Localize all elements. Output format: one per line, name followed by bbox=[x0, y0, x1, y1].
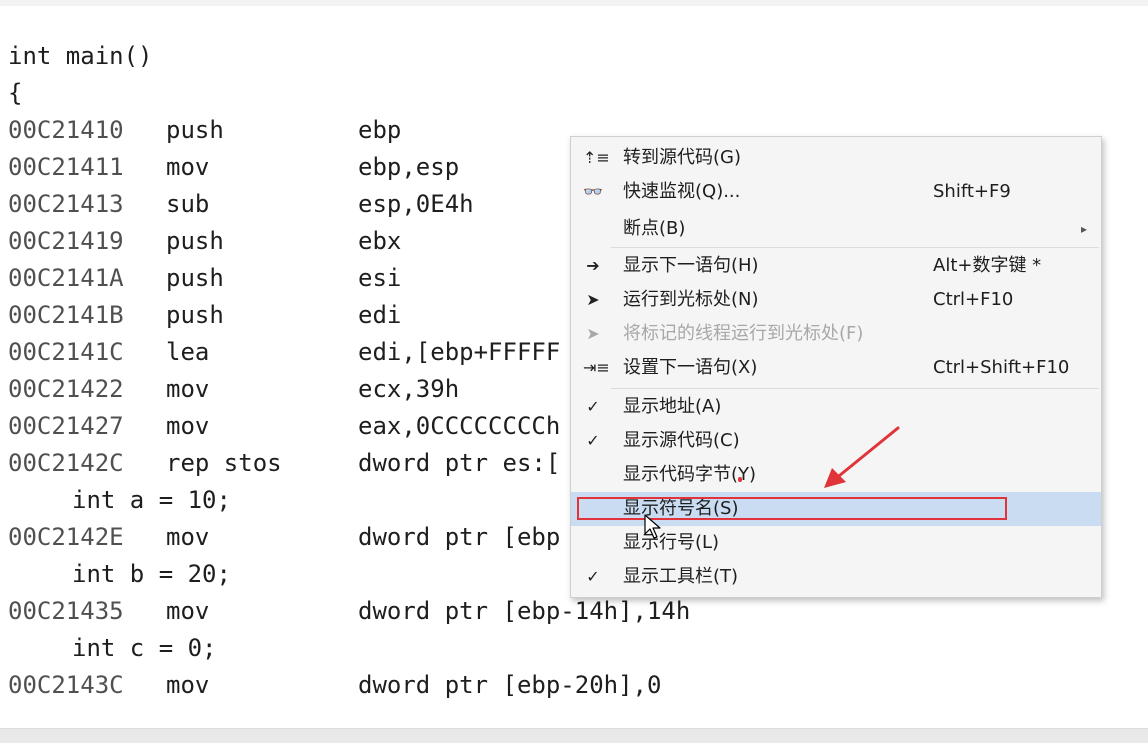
address: 00C2142C bbox=[8, 449, 124, 477]
operands: esp,0E4h bbox=[358, 190, 474, 218]
menu-item-label: 转到源代码(G) bbox=[623, 147, 741, 168]
operands: eax,0CCCCCCCCh bbox=[358, 412, 561, 440]
menu-item-run-to-cursor[interactable]: ➤ 运行到光标处(N) Ctrl+F10 bbox=[571, 283, 1101, 317]
menu-item-label: 显示下一语句(H) bbox=[623, 255, 759, 276]
annotation-dot bbox=[738, 477, 742, 482]
menu-item-label: 将标记的线程运行到光标处(F) bbox=[623, 323, 864, 344]
annotation-arrow-icon bbox=[824, 426, 900, 488]
goto-source-icon: ⇡≡ bbox=[583, 148, 610, 167]
menu-item-shortcut: Alt+数字键 * bbox=[933, 255, 1042, 276]
address: 00C2141A bbox=[8, 264, 124, 292]
cursor-icon: ➤ bbox=[586, 324, 600, 343]
address: 00C21419 bbox=[8, 227, 124, 255]
menu-item-breakpoint[interactable]: 断点(B) ▸ bbox=[571, 212, 1101, 246]
annotation-highlight-box bbox=[577, 497, 1007, 520]
mnemonic: push bbox=[166, 227, 224, 255]
check-icon: ✓ bbox=[586, 431, 600, 450]
operands: dword ptr [ebp-14h],14h bbox=[358, 597, 691, 625]
menu-item-label: 运行到光标处(N) bbox=[623, 289, 759, 310]
address: 00C2141B bbox=[8, 301, 124, 329]
operands: ebp,esp bbox=[358, 153, 460, 181]
set-next-statement-icon: ⇥≡ bbox=[583, 358, 610, 377]
mnemonic: push bbox=[166, 301, 224, 329]
menu-item-set-next-statement[interactable]: ⇥≡ 设置下一语句(X) Ctrl+Shift+F10 bbox=[571, 351, 1101, 385]
mnemonic: mov bbox=[166, 671, 210, 699]
address: 00C2143C bbox=[8, 671, 124, 699]
address: 00C2141C bbox=[8, 338, 124, 366]
source-line[interactable]: { bbox=[8, 75, 1128, 112]
menu-item-label: 显示源代码(C) bbox=[623, 430, 740, 451]
mnemonic: sub bbox=[166, 190, 210, 218]
address: 00C21435 bbox=[8, 597, 124, 625]
source-text: int a = 10; bbox=[72, 486, 231, 514]
menu-item-show-next-statement[interactable]: ➔ 显示下一语句(H) Alt+数字键 * bbox=[571, 249, 1101, 283]
top-edge bbox=[0, 0, 1148, 6]
mnemonic: mov bbox=[166, 153, 210, 181]
menu-item-label: 显示工具栏(T) bbox=[623, 566, 739, 587]
menu-item-label: 设置下一语句(X) bbox=[623, 357, 758, 378]
address: 00C21422 bbox=[8, 375, 124, 403]
operands: edi,[ebp+FFFFF bbox=[358, 338, 561, 366]
menu-item-quick-watch[interactable]: 👓 快速监视(Q)... Shift+F9 bbox=[571, 175, 1101, 209]
mnemonic: mov bbox=[166, 597, 210, 625]
menu-item-shortcut: Ctrl+Shift+F10 bbox=[933, 357, 1070, 378]
cursor-icon: ➤ bbox=[586, 290, 600, 309]
menu-item-show-toolbar[interactable]: ✓ 显示工具栏(T) bbox=[571, 560, 1101, 594]
mnemonic: rep stos bbox=[166, 449, 282, 477]
mnemonic: push bbox=[166, 264, 224, 292]
operands: ebx bbox=[358, 227, 402, 255]
menu-separator bbox=[611, 247, 1099, 248]
menu-item-show-address[interactable]: ✓ 显示地址(A) bbox=[571, 390, 1101, 424]
menu-item-shortcut: Shift+F9 bbox=[933, 181, 1011, 202]
source-text: int main() bbox=[8, 42, 153, 70]
menu-item-label: 显示地址(A) bbox=[623, 396, 722, 417]
operands: ebp bbox=[358, 116, 402, 144]
source-text: int c = 0; bbox=[72, 634, 217, 662]
operands: dword ptr [ebp bbox=[358, 523, 561, 551]
menu-item-label: 断点(B) bbox=[623, 218, 686, 239]
menu-item-shortcut: Ctrl+F10 bbox=[933, 289, 1014, 310]
mnemonic: lea bbox=[166, 338, 210, 366]
source-text: int b = 20; bbox=[72, 560, 231, 588]
operands: ecx,39h bbox=[358, 375, 460, 403]
operands: dword ptr [ebp-20h],0 bbox=[358, 671, 662, 699]
source-text: { bbox=[8, 79, 23, 107]
menu-item-label: 显示行号(L) bbox=[623, 532, 720, 553]
address: 00C2142E bbox=[8, 523, 124, 551]
mouse-pointer-icon bbox=[644, 514, 661, 539]
mnemonic: mov bbox=[166, 523, 210, 551]
menu-item-run-flagged-threads-to-cursor: ➤ 将标记的线程运行到光标处(F) bbox=[571, 317, 1101, 351]
address: 00C21411 bbox=[8, 153, 124, 181]
asm-line[interactable]: 00C21435 mov dword ptr [ebp-14h],14h bbox=[8, 593, 1128, 630]
glasses-icon: 👓 bbox=[583, 182, 603, 201]
menu-item-label: 快速监视(Q)... bbox=[623, 181, 741, 202]
mnemonic: mov bbox=[166, 375, 210, 403]
source-line[interactable]: int main() bbox=[8, 38, 1128, 75]
check-icon: ✓ bbox=[586, 567, 600, 586]
menu-item-label: 显示代码字节(Y) bbox=[623, 464, 757, 485]
address: 00C21413 bbox=[8, 190, 124, 218]
source-line[interactable]: int c = 0; bbox=[8, 630, 1128, 667]
operands: edi bbox=[358, 301, 402, 329]
menu-item-goto-source[interactable]: ⇡≡ 转到源代码(G) bbox=[571, 141, 1101, 175]
address: 00C21410 bbox=[8, 116, 124, 144]
horizontal-scrollbar[interactable] bbox=[0, 728, 1148, 743]
operands: esi bbox=[358, 264, 402, 292]
mnemonic: push bbox=[166, 116, 224, 144]
asm-line[interactable]: 00C2143C mov dword ptr [ebp-20h],0 bbox=[8, 667, 1128, 704]
menu-separator bbox=[611, 388, 1099, 389]
operands: dword ptr es:[ bbox=[358, 449, 561, 477]
arrow-right-icon: ➔ bbox=[586, 256, 600, 275]
mnemonic: mov bbox=[166, 412, 210, 440]
check-icon: ✓ bbox=[586, 397, 600, 416]
submenu-arrow-icon: ▸ bbox=[1080, 222, 1087, 236]
address: 00C21427 bbox=[8, 412, 124, 440]
